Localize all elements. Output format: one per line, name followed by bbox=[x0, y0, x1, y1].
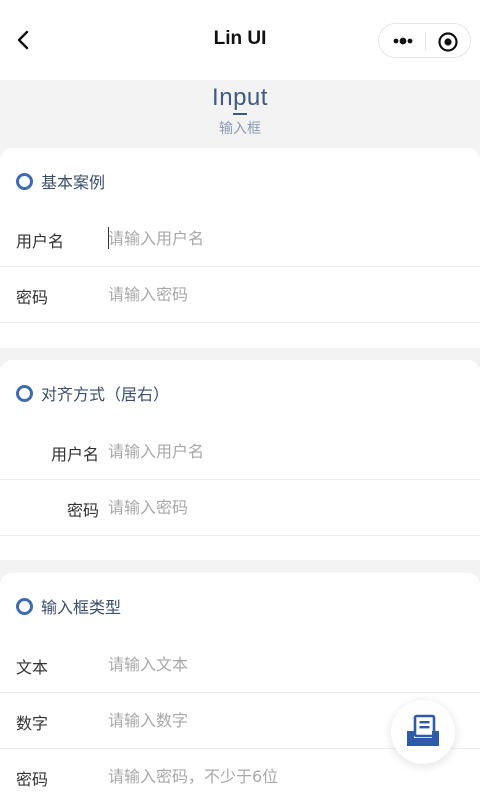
title-underline bbox=[233, 113, 247, 115]
mini-program-capsule bbox=[378, 23, 471, 58]
navigation-bar: Lin UI bbox=[0, 0, 480, 80]
section-title: 对齐方式（居右） bbox=[16, 383, 170, 404]
more-dots-icon[interactable] bbox=[392, 33, 414, 49]
section-input-types: 输入框类型 文本 数字 密码 bbox=[0, 573, 480, 800]
input-row-password: 密码 bbox=[0, 480, 480, 536]
section-align-right: 对齐方式（居右） 用户名 密码 bbox=[0, 360, 480, 560]
field-label: 用户名 bbox=[16, 232, 65, 251]
password-input[interactable] bbox=[108, 494, 448, 520]
username-input[interactable] bbox=[108, 225, 448, 251]
section-basic: 基本案例 用户名 密码 bbox=[0, 148, 480, 348]
input-row-username: 用户名 bbox=[0, 211, 480, 267]
page-subtitle: 输入框 bbox=[219, 121, 261, 137]
floating-doc-button[interactable] bbox=[391, 700, 455, 764]
input-row-text: 文本 bbox=[0, 637, 480, 693]
page-header: Input 输入框 bbox=[0, 80, 480, 150]
input-row-password: 密码 bbox=[0, 267, 480, 323]
username-input[interactable] bbox=[108, 438, 448, 464]
section-title-text: 输入框类型 bbox=[41, 598, 122, 617]
document-tray-icon bbox=[407, 714, 439, 746]
capsule-divider bbox=[425, 32, 426, 50]
field-label: 数字 bbox=[16, 714, 49, 733]
page-title: Input bbox=[212, 84, 268, 111]
text-caret bbox=[108, 227, 109, 249]
input-row-username: 用户名 bbox=[0, 424, 480, 480]
field-label: 文本 bbox=[16, 658, 49, 677]
ring-icon bbox=[16, 172, 33, 190]
target-circle-icon[interactable] bbox=[437, 31, 459, 53]
field-label: 密码 bbox=[16, 770, 49, 789]
password-input[interactable] bbox=[108, 763, 448, 789]
field-label: 用户名 bbox=[50, 445, 99, 464]
section-title: 输入框类型 bbox=[16, 596, 122, 617]
ring-icon bbox=[16, 597, 33, 615]
field-label: 密码 bbox=[16, 288, 49, 307]
field-label: 密码 bbox=[66, 501, 99, 520]
text-input[interactable] bbox=[108, 651, 448, 677]
ring-icon bbox=[16, 384, 33, 402]
section-title: 基本案例 bbox=[16, 171, 106, 192]
section-title-text: 对齐方式（居右） bbox=[41, 385, 170, 404]
section-title-text: 基本案例 bbox=[41, 173, 106, 192]
password-input[interactable] bbox=[108, 281, 448, 307]
